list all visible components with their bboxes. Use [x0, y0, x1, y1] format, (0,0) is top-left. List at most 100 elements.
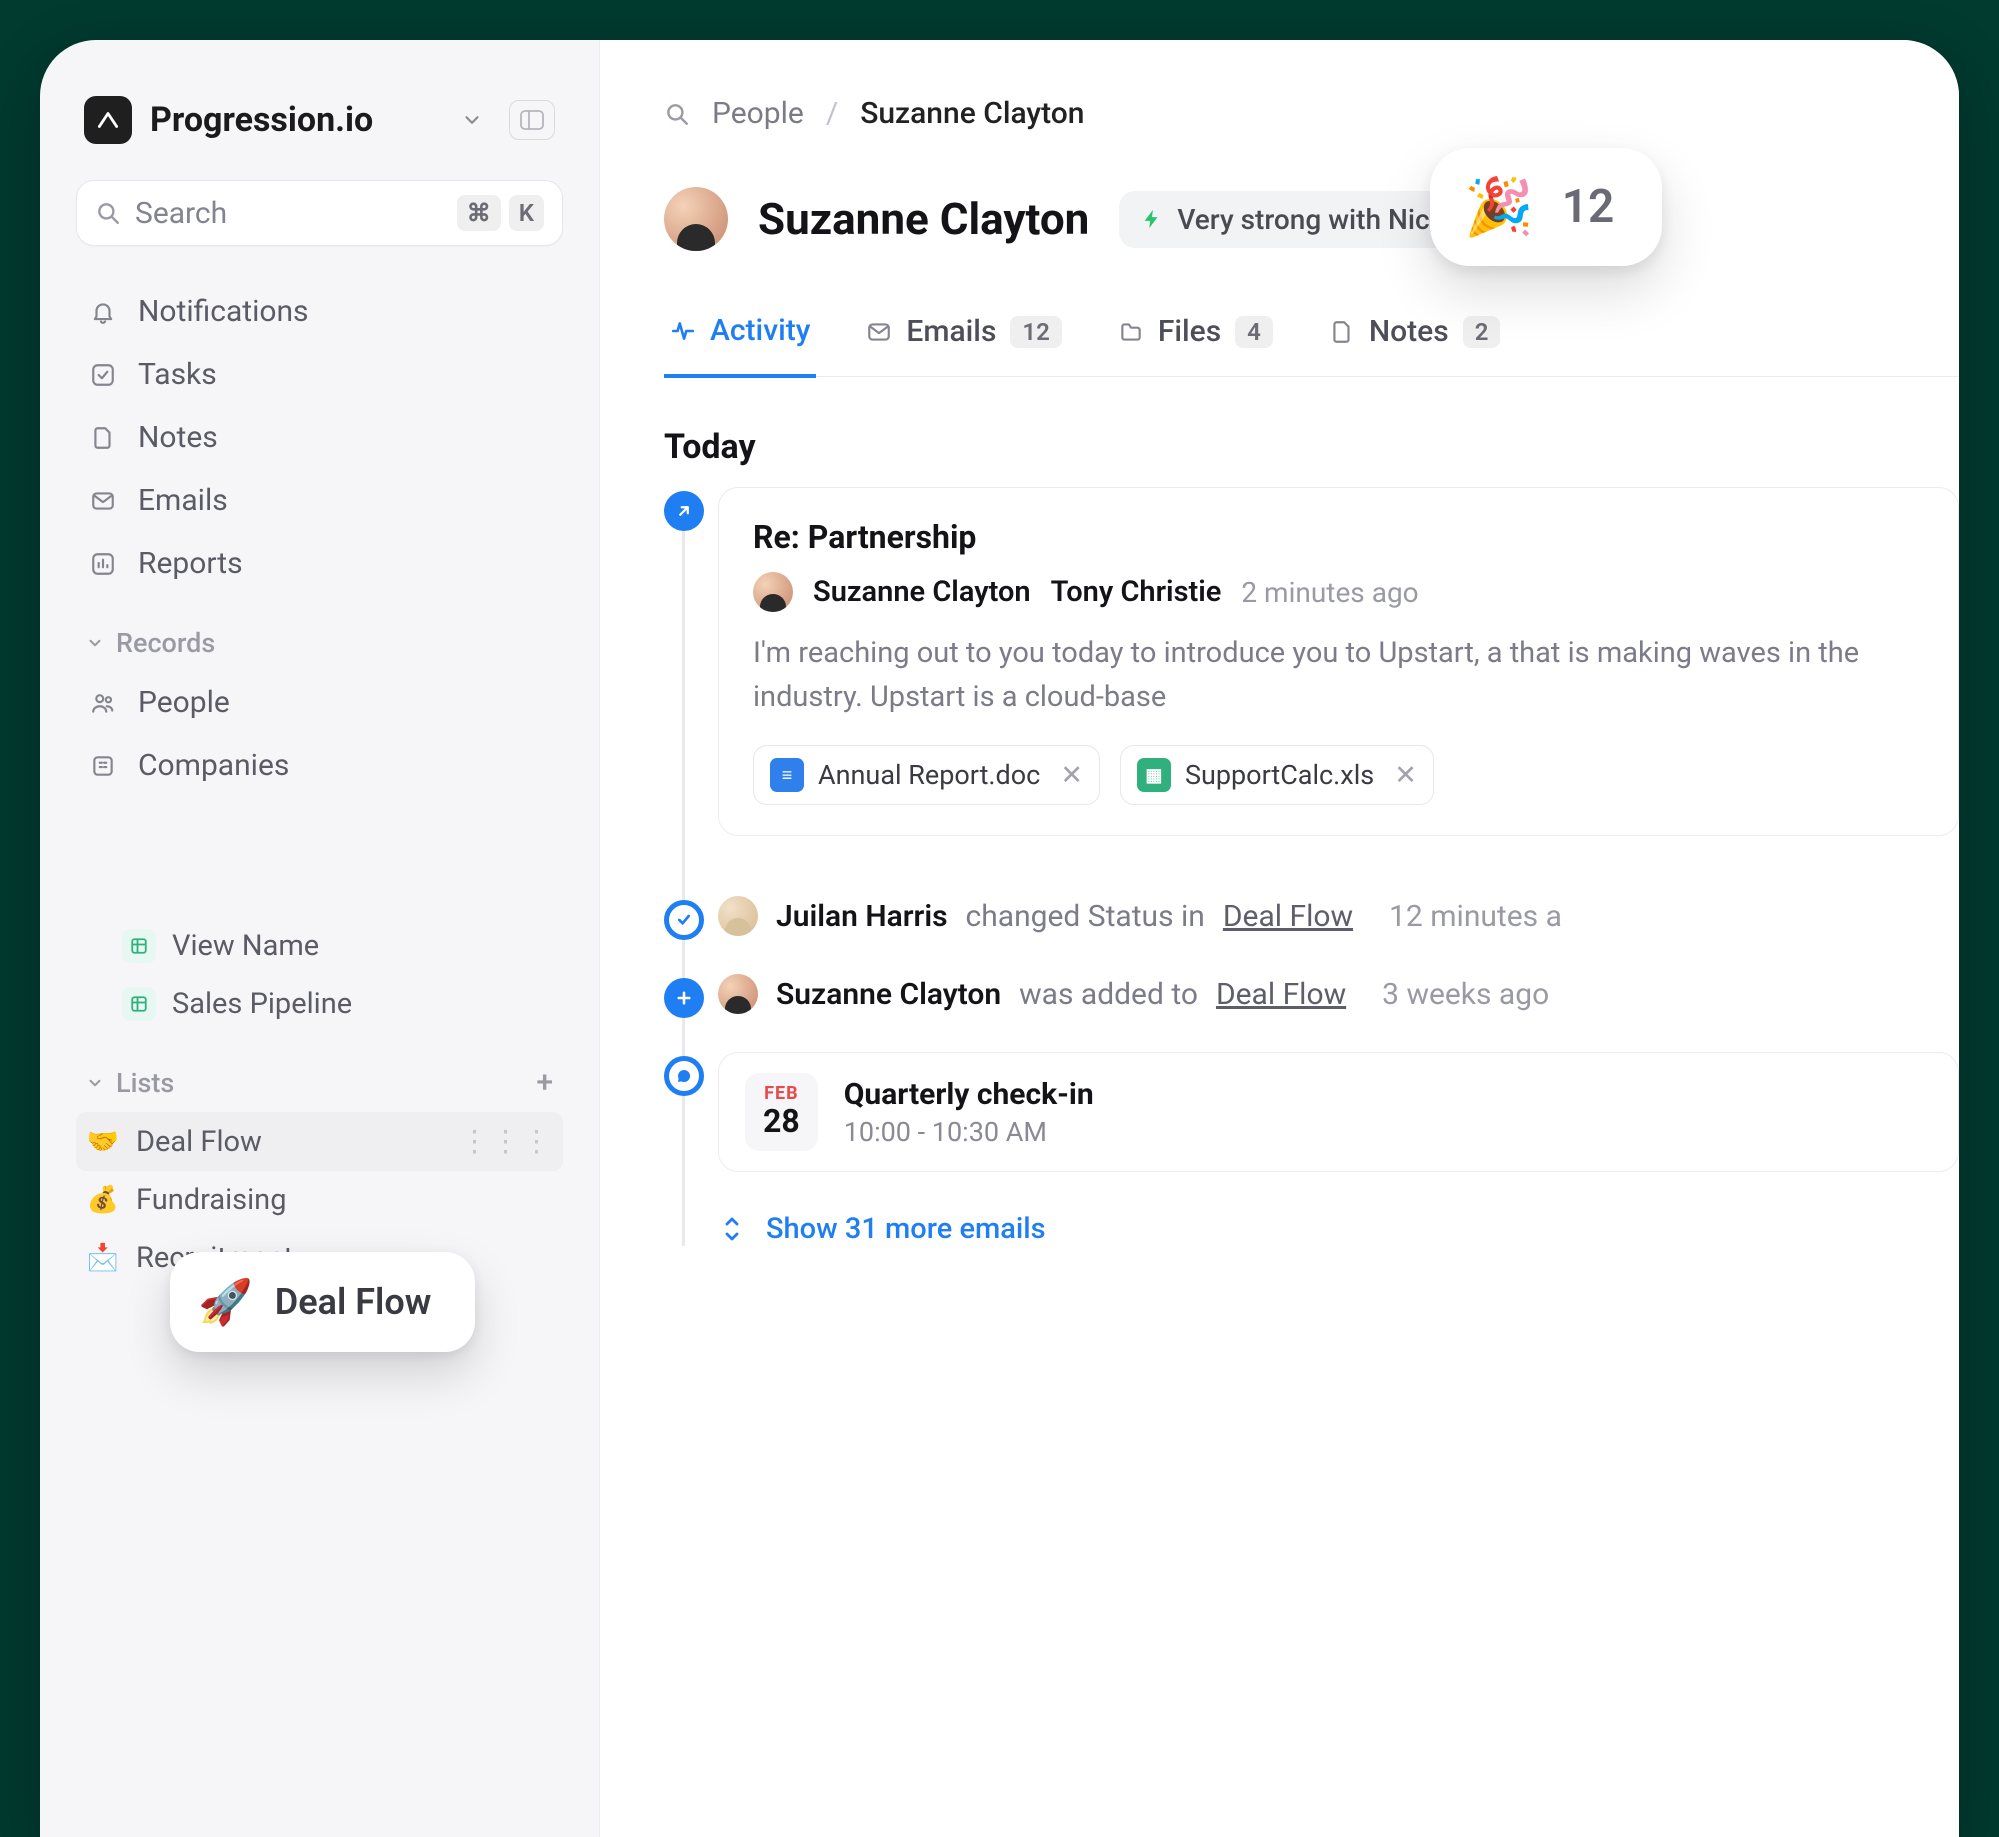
search-icon[interactable]	[664, 101, 690, 127]
tab-activity[interactable]: Activity	[664, 295, 816, 378]
show-more-button[interactable]: Show 31 more emails	[718, 1212, 1959, 1246]
list-fundraising[interactable]: 💰 Fundraising	[76, 1171, 563, 1229]
tab-emails[interactable]: Emails 12	[860, 295, 1067, 376]
chevron-down-icon	[461, 109, 483, 131]
timeline-section-title: Today	[664, 427, 1959, 467]
file-icon	[86, 425, 120, 451]
show-more-label: Show 31 more emails	[766, 1212, 1046, 1246]
check-square-icon	[86, 362, 120, 388]
main-content: People / Suzanne Clayton Suzanne Clayton…	[600, 40, 1959, 1837]
rocket-icon: 🚀	[198, 1276, 253, 1328]
folder-icon	[1118, 319, 1144, 345]
chat-circle-icon	[664, 1056, 704, 1096]
email-subject: Re: Partnership	[753, 518, 1924, 556]
avatar	[718, 896, 758, 936]
breadcrumb-separator: /	[826, 96, 838, 131]
bar-chart-icon	[86, 551, 120, 577]
email-to: Tony Christie	[1051, 575, 1222, 609]
timeline: Re: Partnership Suzanne Clayton Tony Chr…	[664, 487, 1959, 1246]
remove-attachment-button[interactable]: ✕	[1394, 759, 1417, 791]
building-icon	[86, 753, 120, 779]
attachment-chip[interactable]: ≡ Annual Report.doc ✕	[753, 745, 1100, 805]
expand-icon	[718, 1215, 746, 1243]
view-label: Sales Pipeline	[172, 987, 352, 1021]
nav-reports[interactable]: Reports	[76, 532, 563, 595]
breadcrumb-root[interactable]: People	[712, 96, 804, 131]
tab-count: 2	[1463, 316, 1501, 348]
tab-label: Files	[1158, 314, 1221, 349]
person-avatar	[664, 187, 728, 251]
list-label: Fundraising	[136, 1183, 286, 1217]
log-actor[interactable]: Juilan Harris	[776, 899, 948, 934]
add-list-button[interactable]: +	[536, 1065, 553, 1100]
nav-label: Tasks	[138, 357, 217, 392]
float-label: Deal Flow	[275, 1281, 432, 1323]
date-month: FEB	[763, 1083, 800, 1104]
nav-label: Notes	[138, 420, 218, 455]
log-action: was added to	[1019, 977, 1198, 1012]
date-day: 28	[763, 1104, 800, 1139]
tab-notes[interactable]: Notes 2	[1323, 295, 1507, 376]
money-bag-icon: 💰	[86, 1185, 120, 1215]
panel-toggle-button[interactable]	[509, 100, 555, 140]
confetti-icon: 🎉	[1464, 174, 1534, 240]
log-time: 3 weeks ago	[1382, 977, 1549, 1012]
log-target-link[interactable]: Deal Flow	[1216, 977, 1346, 1012]
arrow-out-icon	[664, 491, 704, 531]
plus-circle-icon	[664, 978, 704, 1018]
drag-handle-icon[interactable]: ⋮⋮⋮	[460, 1124, 553, 1159]
date-chip: FEB 28	[745, 1073, 818, 1151]
tab-files[interactable]: Files 4	[1112, 295, 1279, 376]
bolt-icon	[1141, 208, 1163, 230]
lists-section-header[interactable]: Lists +	[76, 1033, 563, 1112]
records-companies[interactable]: Companies	[76, 734, 563, 797]
timeline-meeting-item[interactable]: FEB 28 Quarterly check-in 10:00 - 10:30 …	[718, 1052, 1959, 1172]
activity-icon	[670, 318, 696, 344]
nav-label: Reports	[138, 546, 243, 581]
file-icon	[1329, 319, 1355, 345]
nav-tasks[interactable]: Tasks	[76, 343, 563, 406]
log-target-link[interactable]: Deal Flow	[1223, 899, 1353, 934]
mail-icon	[86, 488, 120, 514]
attachment-chip[interactable]: ▦ SupportCalc.xls ✕	[1120, 745, 1434, 805]
breadcrumb-current: Suzanne Clayton	[860, 96, 1084, 131]
log-actor[interactable]: Suzanne Clayton	[776, 977, 1001, 1012]
remove-attachment-button[interactable]: ✕	[1060, 759, 1083, 791]
list-deal-flow[interactable]: 🤝 Deal Flow ⋮⋮⋮	[76, 1112, 563, 1171]
tab-count: 4	[1235, 316, 1273, 348]
log-action: changed Status in	[966, 899, 1205, 934]
records-people[interactable]: People	[76, 671, 563, 734]
section-title: Records	[116, 627, 215, 659]
log-time: 12 minutes a	[1389, 899, 1562, 934]
dealflow-view-1[interactable]: View Name	[76, 917, 563, 975]
nav-emails[interactable]: Emails	[76, 469, 563, 532]
tab-label: Notes	[1369, 314, 1449, 349]
attachment-name: Annual Report.doc	[818, 759, 1040, 791]
tab-label: Activity	[710, 313, 810, 348]
search-input[interactable]: Search ⌘ K	[76, 180, 563, 246]
timeline-log-item: Suzanne Clayton was added to Deal Flow 3…	[718, 974, 1959, 1014]
person-name: Suzanne Clayton	[758, 193, 1089, 245]
records-section-header[interactable]: Records	[76, 595, 563, 671]
workspace-switcher[interactable]: Progression.io	[76, 88, 563, 168]
meeting-time: 10:00 - 10:30 AM	[844, 1116, 1094, 1148]
dealflow-view-2[interactable]: Sales Pipeline	[76, 975, 563, 1033]
workspace-logo-icon	[84, 96, 132, 144]
email-preview: I'm reaching out to you today to introdu…	[753, 632, 1924, 719]
timeline-log-item: Juilan Harris changed Status in Deal Flo…	[718, 896, 1959, 936]
email-time: 2 minutes ago	[1241, 576, 1418, 609]
search-placeholder: Search	[135, 196, 443, 231]
chevron-down-icon	[86, 1074, 104, 1092]
nav-notifications[interactable]: Notifications	[76, 280, 563, 343]
doc-file-icon: ≡	[770, 758, 804, 792]
deal-flow-float-card[interactable]: 🚀 Deal Flow	[170, 1252, 475, 1352]
nav-label: Companies	[138, 748, 289, 783]
bell-icon	[86, 299, 120, 325]
search-icon	[95, 200, 121, 226]
confetti-count-badge[interactable]: 🎉 12	[1430, 148, 1662, 266]
timeline-email-item[interactable]: Re: Partnership Suzanne Clayton Tony Chr…	[718, 487, 1959, 836]
workspace-name: Progression.io	[150, 100, 443, 140]
tab-count: 12	[1010, 316, 1061, 348]
view-label: View Name	[172, 929, 319, 963]
nav-notes[interactable]: Notes	[76, 406, 563, 469]
